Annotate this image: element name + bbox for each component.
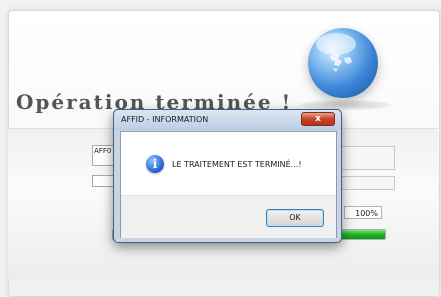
info-dialog: AFFID - INFORMATION x i LE TRAITEMENT ES… <box>113 109 342 243</box>
dialog-button-row: OK <box>121 195 336 238</box>
progress-percent: 100% <box>344 206 382 219</box>
ok-button[interactable]: OK <box>266 209 324 227</box>
globe-map-icon <box>330 52 352 72</box>
dialog-body: i LE TRAITEMENT EST TERMINÉ...! OK <box>120 131 337 238</box>
right-field-top[interactable] <box>337 146 395 170</box>
close-button[interactable]: x <box>301 112 335 126</box>
right-field-bottom[interactable] <box>337 176 395 190</box>
info-icon: i <box>146 155 164 173</box>
dialog-message: LE TRAITEMENT EST TERMINÉ...! <box>172 160 302 169</box>
dialog-title: AFFID - INFORMATION <box>121 115 209 124</box>
